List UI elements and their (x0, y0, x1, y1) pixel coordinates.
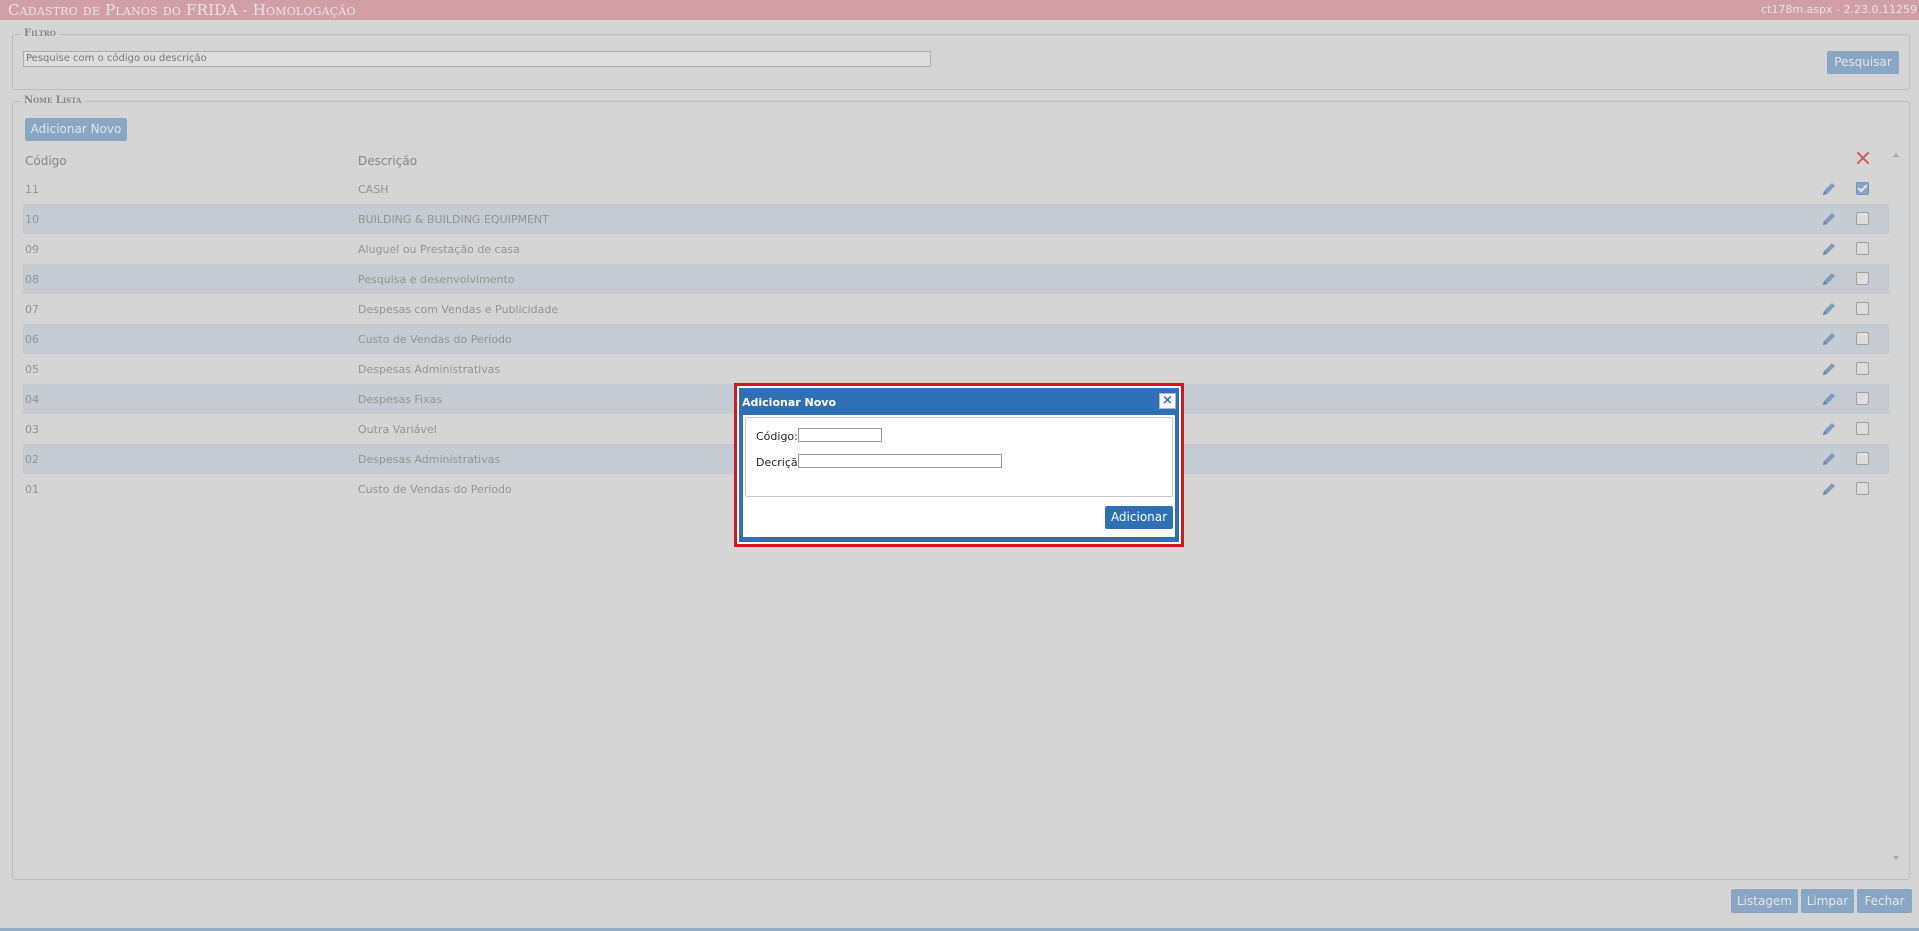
modal-highlight: Adicionar Novo × Código: Decrição: Adici… (734, 383, 1184, 547)
code-label: Código: (756, 430, 798, 443)
dialog-title: Adicionar Novo (742, 396, 837, 409)
description-input[interactable] (798, 454, 1002, 468)
dialog-form: Código: Decrição: (745, 417, 1173, 497)
close-icon[interactable]: × (1159, 393, 1176, 409)
add-submit-button[interactable]: Adicionar (1105, 506, 1173, 529)
dialog-body: Código: Decrição: Adicionar (743, 415, 1175, 537)
add-new-dialog: Adicionar Novo × Código: Decrição: Adici… (739, 388, 1179, 542)
code-input[interactable] (798, 428, 882, 442)
